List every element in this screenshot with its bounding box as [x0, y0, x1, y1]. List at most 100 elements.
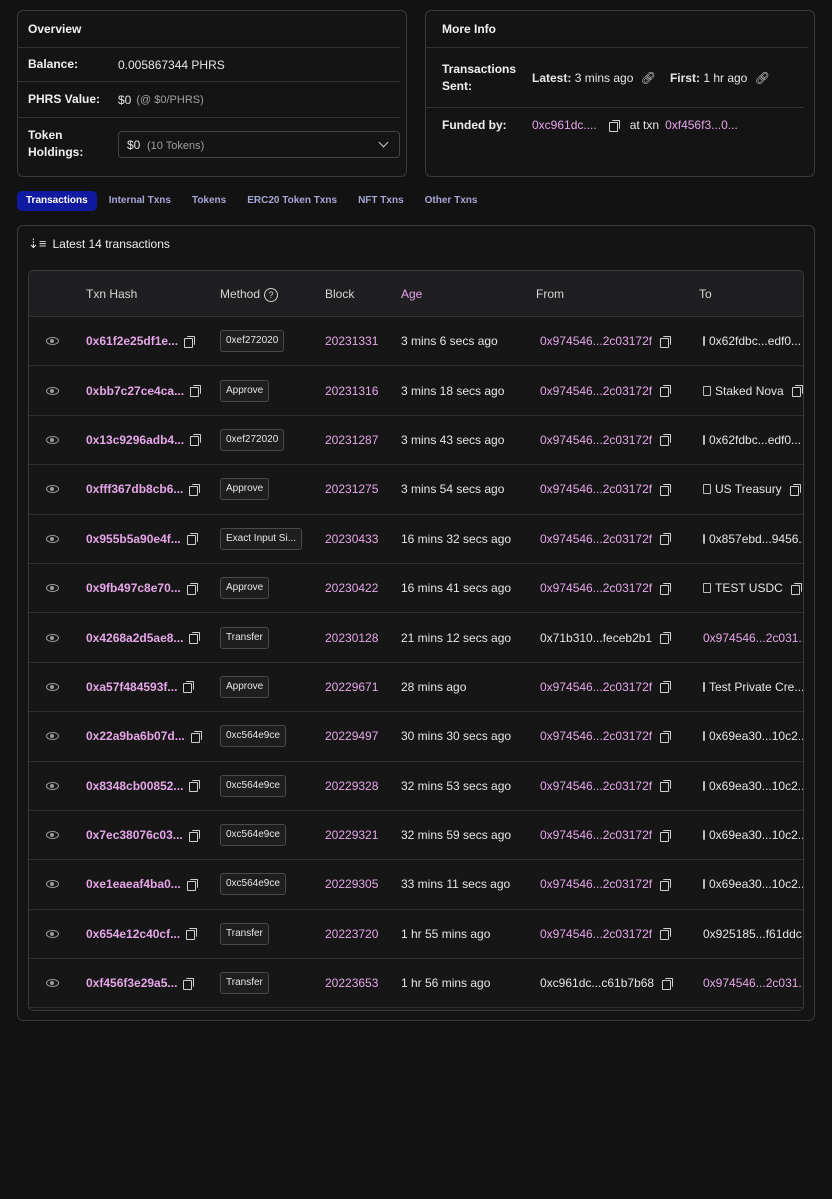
funded-address[interactable]: 0xc961dc....	[532, 118, 597, 132]
eye-icon[interactable]	[46, 435, 59, 444]
from-address[interactable]: 0x974546...2c03172f	[540, 680, 652, 694]
from-address[interactable]: 0x974546...2c03172f	[540, 482, 652, 496]
block-link[interactable]: 20230422	[325, 581, 378, 595]
to-address[interactable]: Staked Nova	[715, 384, 784, 398]
txn-hash-link[interactable]: 0x8348cb00852...	[86, 779, 183, 793]
block-link[interactable]: 20231287	[325, 433, 378, 447]
txn-hash-link[interactable]: 0x7ec38076c03...	[86, 828, 183, 842]
to-address[interactable]: 0x69ea30...10c2...	[709, 779, 803, 793]
header-age[interactable]: Age	[401, 271, 422, 317]
copy-icon[interactable]	[660, 780, 672, 793]
tab-nft-txns[interactable]: NFT Txns	[349, 191, 413, 211]
txn-hash-link[interactable]: 0xfff367db8cb6...	[86, 482, 183, 496]
copy-icon[interactable]	[660, 730, 672, 743]
help-icon[interactable]: ?	[264, 287, 279, 302]
txn-hash-link[interactable]: 0x955b5a90e4f...	[86, 532, 181, 546]
eye-icon[interactable]	[46, 633, 59, 642]
copy-icon[interactable]	[183, 977, 195, 990]
from-address[interactable]: 0x974546...2c03172f	[540, 877, 652, 891]
eye-icon[interactable]	[46, 732, 59, 741]
to-address[interactable]: 0x69ea30...10c2...	[709, 729, 803, 743]
copy-icon[interactable]	[660, 385, 672, 398]
eye-icon[interactable]	[46, 386, 59, 395]
txn-hash-link[interactable]: 0x61f2e25df1e...	[86, 334, 178, 348]
to-address[interactable]: 0x857ebd...9456...	[709, 532, 803, 546]
block-link[interactable]: 20230128	[325, 631, 378, 645]
block-link[interactable]: 20229305	[325, 877, 378, 891]
tab-transactions[interactable]: Transactions	[17, 191, 97, 211]
block-link[interactable]: 20230433	[325, 532, 378, 546]
copy-icon[interactable]	[660, 533, 672, 546]
copy-icon[interactable]	[184, 335, 196, 348]
block-link[interactable]: 20229671	[325, 680, 378, 694]
link-icon[interactable]: 🔗︎	[755, 71, 770, 85]
to-address[interactable]: TEST USDC	[715, 581, 783, 595]
to-address[interactable]: Test Private Cre...	[709, 680, 803, 694]
txn-hash-link[interactable]: 0x9fb497c8e70...	[86, 581, 181, 595]
txn-hash-link[interactable]: 0x13c9296adb4...	[86, 433, 184, 447]
eye-icon[interactable]	[46, 337, 59, 346]
copy-icon[interactable]	[186, 928, 198, 941]
txn-hash-link[interactable]: 0x654e12c40cf...	[86, 927, 180, 941]
copy-icon[interactable]	[660, 582, 672, 595]
eye-icon[interactable]	[46, 485, 59, 494]
funded-txn[interactable]: 0xf456f3...0...	[665, 118, 738, 132]
from-address[interactable]: 0x974546...2c03172f	[540, 927, 652, 941]
to-address[interactable]: 0x62fdbc...edf0...	[709, 334, 801, 348]
copy-icon[interactable]	[660, 335, 672, 348]
copy-icon[interactable]	[789, 483, 801, 496]
copy-icon[interactable]	[188, 829, 200, 842]
tab-erc20-token-txns[interactable]: ERC20 Token Txns	[238, 191, 346, 211]
copy-icon[interactable]	[791, 385, 803, 398]
token-holdings-dropdown[interactable]: $0 (10 Tokens)	[118, 130, 400, 158]
from-address[interactable]: 0x974546...2c03172f	[540, 729, 652, 743]
from-address[interactable]: 0x974546...2c03172f	[540, 828, 652, 842]
to-address[interactable]: 0x925185...f61ddc...	[703, 927, 803, 941]
copy-icon[interactable]	[190, 385, 202, 398]
block-link[interactable]: 20231275	[325, 482, 378, 496]
txn-hash-link[interactable]: 0xf456f3e29a5...	[86, 976, 177, 990]
to-address[interactable]: 0x69ea30...10c2...	[709, 828, 803, 842]
eye-icon[interactable]	[46, 534, 59, 543]
to-address[interactable]: 0x69ea30...10c2...	[709, 877, 803, 891]
copy-icon[interactable]	[608, 119, 620, 132]
copy-icon[interactable]	[190, 434, 202, 447]
copy-icon[interactable]	[189, 632, 201, 645]
from-address[interactable]: 0x974546...2c03172f	[540, 779, 652, 793]
txn-hash-link[interactable]: 0xbb7c27ce4ca...	[86, 384, 184, 398]
block-link[interactable]: 20231316	[325, 384, 378, 398]
to-address[interactable]: 0x974546...2c031...	[703, 976, 803, 990]
from-address[interactable]: 0x974546...2c03172f	[540, 334, 652, 348]
copy-icon[interactable]	[190, 730, 202, 743]
copy-icon[interactable]	[189, 483, 201, 496]
copy-icon[interactable]	[660, 434, 672, 447]
link-icon[interactable]: 🔗︎	[641, 71, 656, 85]
to-address[interactable]: 0x62fdbc...edf0...	[709, 433, 801, 447]
eye-icon[interactable]	[46, 831, 59, 840]
copy-icon[interactable]	[660, 878, 672, 891]
txn-hash-link[interactable]: 0xe1eaeaf4ba0...	[86, 877, 181, 891]
block-link[interactable]: 20231331	[325, 334, 378, 348]
block-link[interactable]: 20223720	[325, 927, 378, 941]
eye-icon[interactable]	[46, 979, 59, 988]
txn-hash-link[interactable]: 0x22a9ba6b07d...	[86, 729, 185, 743]
copy-icon[interactable]	[660, 483, 672, 496]
tab-other-txns[interactable]: Other Txns	[416, 191, 487, 211]
copy-icon[interactable]	[662, 977, 674, 990]
to-address[interactable]: US Treasury	[715, 482, 782, 496]
eye-icon[interactable]	[46, 929, 59, 938]
block-link[interactable]: 20223653	[325, 976, 378, 990]
block-link[interactable]: 20229321	[325, 828, 378, 842]
copy-icon[interactable]	[183, 681, 195, 694]
copy-icon[interactable]	[189, 780, 201, 793]
to-address[interactable]: 0x974546...2c031...	[703, 631, 803, 645]
block-link[interactable]: 20229497	[325, 729, 378, 743]
tab-internal-txns[interactable]: Internal Txns	[100, 191, 180, 211]
copy-icon[interactable]	[660, 928, 672, 941]
copy-icon[interactable]	[186, 533, 198, 546]
txn-hash-link[interactable]: 0x4268a2d5ae8...	[86, 631, 183, 645]
eye-icon[interactable]	[46, 584, 59, 593]
copy-icon[interactable]	[186, 878, 198, 891]
from-address[interactable]: 0x974546...2c03172f	[540, 532, 652, 546]
from-address[interactable]: 0xc961dc...c61b7b68	[540, 976, 654, 990]
